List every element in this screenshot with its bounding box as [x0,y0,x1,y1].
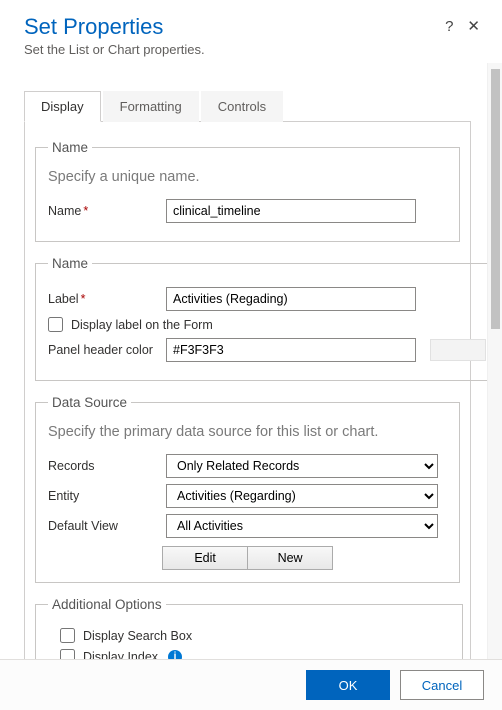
tab-display[interactable]: Display [24,91,101,122]
dialog-footer: OK Cancel [0,660,502,710]
display-index-checkbox[interactable] [60,649,75,659]
group-legend: Additional Options [48,597,166,612]
tab-controls[interactable]: Controls [201,91,283,122]
cancel-button[interactable]: Cancel [400,670,484,700]
label-input[interactable] [166,287,416,311]
group-legend: Name [48,256,92,271]
dialog-title: Set Properties [24,14,478,40]
tab-formatting[interactable]: Formatting [103,91,199,122]
display-search-box-checkbox[interactable] [60,628,75,643]
label-label: Label* [48,292,158,306]
dialog-body: Display Formatting Controls Name Specify… [0,63,487,659]
set-properties-dialog: Set Properties Set the List or Chart pro… [0,0,502,710]
tab-bar: Display Formatting Controls [24,91,471,122]
entity-label: Entity [48,489,158,503]
group-hint: Specify the primary data source for this… [48,424,447,440]
new-button[interactable]: New [247,546,333,570]
name-input[interactable] [166,199,416,223]
display-index-label: Display Index [83,650,158,660]
panel-header-color-swatch[interactable] [430,339,486,361]
panel-header-color-input[interactable] [166,338,416,362]
display-search-box-label: Display Search Box [83,629,192,643]
group-data-source: Data Source Specify the primary data sou… [35,395,460,583]
scrollbar[interactable] [487,63,502,659]
group-legend: Data Source [48,395,131,410]
display-label-checkbox[interactable] [48,317,63,332]
group-name-unique: Name Specify a unique name. Name* [35,140,460,242]
records-select[interactable]: Only Related Records [166,454,438,478]
default-view-select[interactable]: All Activities [166,514,438,538]
name-label: Name* [48,204,158,218]
edit-button[interactable]: Edit [162,546,248,570]
dialog-header: Set Properties Set the List or Chart pro… [0,0,502,63]
group-hint: Specify a unique name. [48,169,447,185]
dialog-subtitle: Set the List or Chart properties. [24,42,478,57]
info-icon[interactable]: i [168,650,182,660]
group-legend: Name [48,140,92,155]
records-label: Records [48,459,158,473]
display-label-text: Display label on the Form [71,318,213,332]
ok-button[interactable]: OK [306,670,390,700]
group-additional-options: Additional Options Display Search Box Di… [35,597,463,659]
group-name-label: Name Label* Display label on the Form Pa… [35,256,487,381]
close-icon[interactable]: ✕ [467,19,480,34]
help-icon[interactable]: ? [445,18,453,35]
scrollbar-thumb[interactable] [491,69,500,329]
display-panel: Name Specify a unique name. Name* Name L… [24,122,471,659]
panel-header-color-label: Panel header color [48,343,158,357]
entity-select[interactable]: Activities (Regarding) [166,484,438,508]
default-view-label: Default View [48,519,158,533]
